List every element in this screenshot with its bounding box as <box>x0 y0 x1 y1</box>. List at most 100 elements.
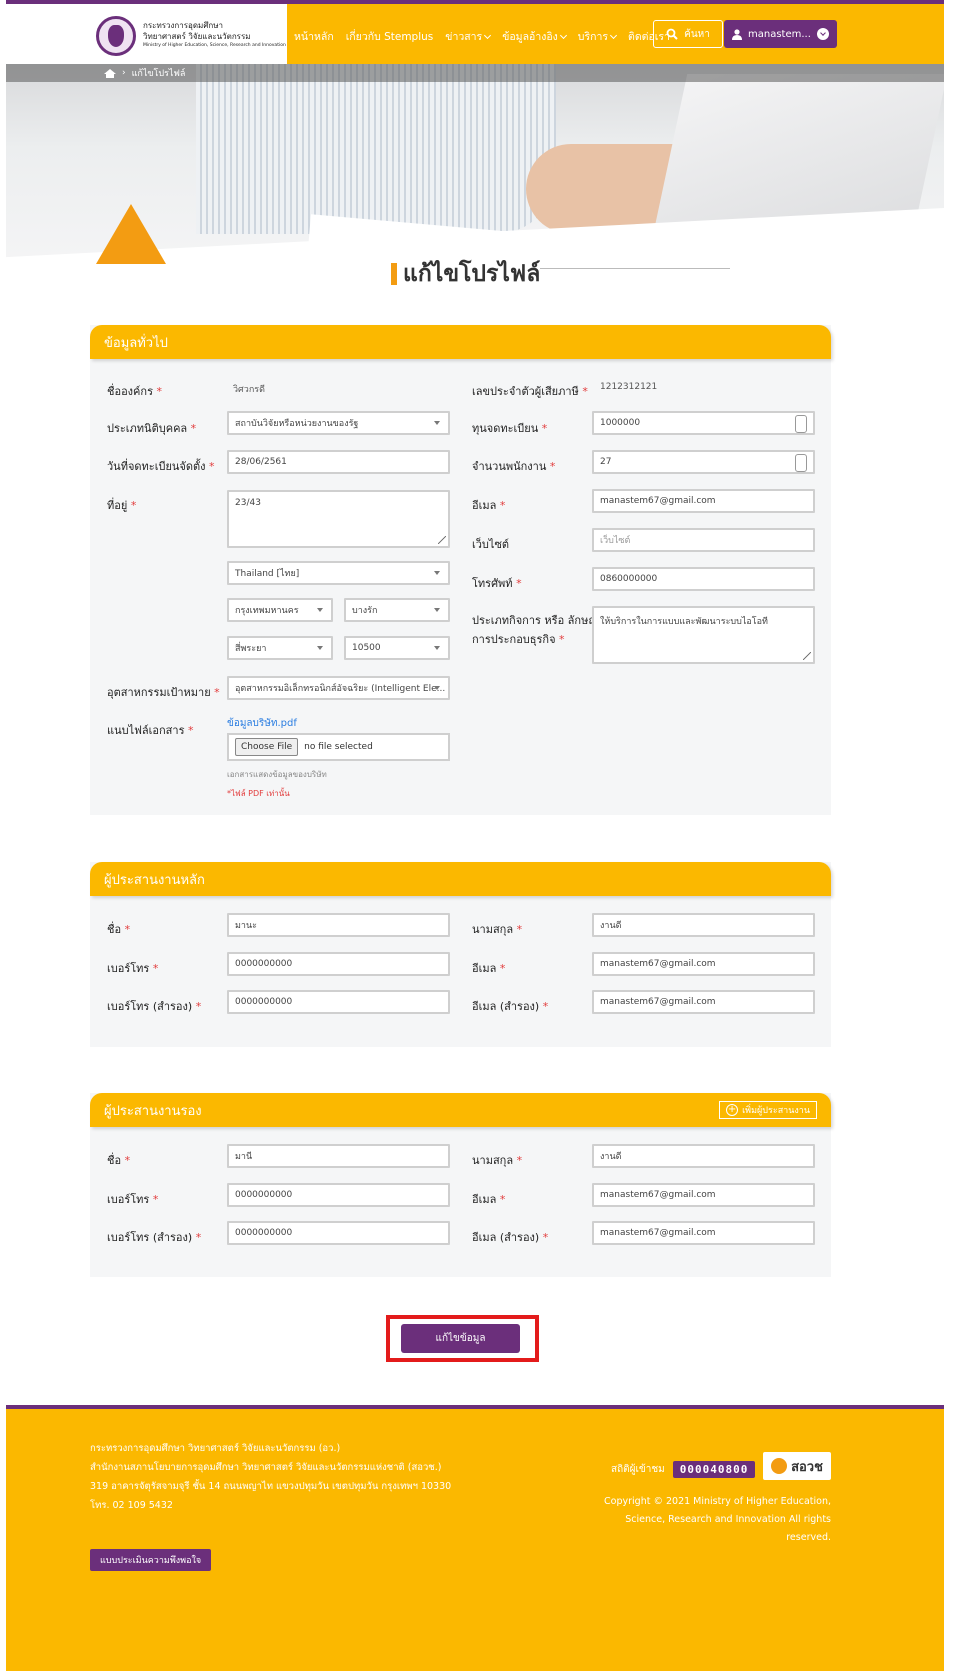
address-textarea[interactable]: 23/43 <box>227 490 450 548</box>
visitor-label: สถิติผู้เข้าชม <box>611 1464 665 1475</box>
industry-select[interactable]: อุตสาหกรรมอิเล็กทรอนิกส์อัจฉริยะ (Intell… <box>227 676 450 700</box>
search-icon <box>666 28 678 40</box>
postcode-select[interactable]: 10500 <box>344 636 450 660</box>
country-select[interactable]: Thailand [ไทย] <box>227 561 450 585</box>
first-name-label: ชื่อ * <box>107 1154 131 1167</box>
reg-date-label: วันที่จดทะเบียนจัดตั้ง * <box>107 460 215 473</box>
backup-email-label: อีเมล (สำรอง) * <box>472 1000 549 1013</box>
file-note: *ไฟล์ PDF เท่านั้น <box>227 789 290 798</box>
employees-input[interactable]: 27 <box>592 450 815 474</box>
phone-input[interactable]: 0860000000 <box>592 567 815 591</box>
satisfaction-survey-button[interactable]: แบบประเมินความพึงพอใจ <box>90 1549 212 1571</box>
plus-icon: + <box>726 1104 739 1116</box>
industry-label: อุตสาหกรรมเป้าหมาย * <box>107 686 220 699</box>
hero-banner <box>6 64 944 274</box>
logo-line-3: Ministry of Higher Education, Science, R… <box>143 43 286 48</box>
website-input[interactable]: เว็บไซต์ <box>592 528 815 552</box>
logo-text: กระทรวงการอุดมศึกษา วิทยาศาสตร์ วิจัยและ… <box>143 20 286 49</box>
last-name-input[interactable]: งานดี <box>592 1144 815 1168</box>
province-select[interactable]: กรุงเทพมหานคร <box>227 598 333 622</box>
secondary-coordinator-panel: ผู้ประสานงานรอง + เพิ่มผู้ประสานงาน ชื่อ… <box>90 1093 831 1277</box>
search-button[interactable]: ค้นหา <box>653 20 723 48</box>
address-label: ที่อยู่ * <box>107 499 137 512</box>
phone-label: โทรศัพท์ * <box>472 577 522 590</box>
title-divider <box>540 268 730 269</box>
footer-address: กระทรวงการอุดมศึกษา วิทยาศาสตร์ วิจัยและ… <box>90 1443 452 1511</box>
title-accent-bar <box>391 263 401 285</box>
backup-email-input[interactable]: manastem67@gmail.com <box>592 1221 815 1245</box>
main-nav: หน้าหลัก เกี่ยวกับ Stemplus ข่าวสาร ข้อม… <box>294 28 670 45</box>
file-label: แนบไฟล์เอกสาร * <box>107 724 194 737</box>
email-label: อีเมล * <box>472 962 506 975</box>
nav-news[interactable]: ข่าวสาร <box>445 28 492 45</box>
add-coordinator-button[interactable]: + เพิ่มผู้ประสานงาน <box>719 1101 817 1119</box>
choose-file-button[interactable]: Choose File <box>235 738 299 756</box>
email-input[interactable]: manastem67@gmail.com <box>592 1183 815 1207</box>
logo[interactable]: กระทรวงการอุดมศึกษา วิทยาศาสตร์ วิจัยและ… <box>6 4 287 64</box>
logo-line-2: วิทยาศาสตร์ วิจัยและนวัตกรรม <box>143 32 251 41</box>
email-input[interactable]: manastem67@gmail.com <box>592 952 815 976</box>
visitor-count: 000040800 <box>672 1461 756 1478</box>
backup-phone-label: เบอร์โทร (สำรอง) * <box>107 1231 202 1244</box>
backup-phone-input[interactable]: 0000000000 <box>227 1221 450 1245</box>
ministry-emblem-icon <box>96 16 136 56</box>
capital-input[interactable]: 1000000 <box>592 411 815 435</box>
breadcrumb: › แก้ไขโปรไฟล์ <box>6 64 944 82</box>
first-name-input[interactable]: มานี <box>227 1144 450 1168</box>
first-name-label: ชื่อ * <box>107 923 131 936</box>
last-name-input[interactable]: งานดี <box>592 913 815 937</box>
logo-line-1: กระทรวงการอุดมศึกษา <box>143 21 223 30</box>
phone-input[interactable]: 0000000000 <box>227 1183 450 1207</box>
district-select[interactable]: บางรัก <box>344 598 450 622</box>
backup-phone-input[interactable]: 0000000000 <box>227 990 450 1014</box>
first-name-input[interactable]: มานะ <box>227 913 450 937</box>
file-status: no file selected <box>304 742 373 752</box>
nav-references[interactable]: ข้อมูลอ้างอิง <box>502 28 567 45</box>
chevron-down-icon <box>816 28 829 40</box>
brand-logo[interactable]: สอวช <box>763 1452 831 1480</box>
home-icon[interactable] <box>104 68 116 78</box>
visitor-counter: สถิติผู้เข้าชม 000040800 <box>611 1461 756 1478</box>
backup-phone-label: เบอร์โทร (สำรอง) * <box>107 1000 202 1013</box>
site-header: กระทรวงการอุดมศึกษา วิทยาศาสตร์ วิจัยและ… <box>6 4 944 64</box>
backup-email-label: อีเมล (สำรอง) * <box>472 1231 549 1244</box>
business-textarea[interactable]: ให้บริการในการแบบและพัฒนาระบบไอโอที <box>592 606 815 664</box>
panel-heading: ข้อมูลทั่วไป <box>90 325 831 359</box>
save-button[interactable]: แก้ไขข้อมูล <box>401 1324 520 1353</box>
nav-services[interactable]: บริการ <box>578 28 618 45</box>
chevron-down-icon <box>559 31 567 39</box>
subdistrict-select[interactable]: สี่พระยา <box>227 636 333 660</box>
email-label: อีเมล * <box>472 499 506 512</box>
brand-mark-icon <box>771 1458 788 1474</box>
tax-id-label: เลขประจำตัวผู้เสียภาษี * <box>472 385 588 398</box>
email-input[interactable]: manastem67@gmail.com <box>592 489 815 513</box>
phone-label: เบอร์โทร * <box>107 962 159 975</box>
site-footer: กระทรวงการอุดมศึกษา วิทยาศาสตร์ วิจัยและ… <box>6 1405 944 1671</box>
copyright: Copyright © 2021 Ministry of Higher Educ… <box>604 1496 831 1543</box>
entity-type-select[interactable]: สถาบันวิจัยหรือหน่วยงานของรัฐ <box>227 411 450 435</box>
user-menu-button[interactable]: manastem... <box>724 20 837 48</box>
last-name-label: นามสกุล * <box>472 923 523 936</box>
search-label: ค้นหา <box>684 28 710 40</box>
panel-heading: ผู้ประสานงานหลัก <box>90 862 831 896</box>
breadcrumb-separator: › <box>122 68 126 78</box>
phone-input[interactable]: 0000000000 <box>227 952 450 976</box>
reg-date-input[interactable]: 28/06/2561 <box>227 450 450 474</box>
org-name-value: วิศวกรดี <box>233 385 265 395</box>
nav-about[interactable]: เกี่ยวกับ Stemplus <box>346 28 434 45</box>
nav-home[interactable]: หน้าหลัก <box>294 28 334 45</box>
page-title: แก้ไขโปรไฟล์ <box>391 256 540 292</box>
page-title-text: แก้ไขโปรไฟล์ <box>403 261 541 287</box>
last-name-label: นามสกุล * <box>472 1154 523 1167</box>
file-input[interactable]: Choose File no file selected <box>227 733 450 761</box>
chevron-down-icon <box>484 31 492 39</box>
org-name-label: ชื่อองค์กร * <box>107 385 162 398</box>
general-info-panel: ข้อมูลทั่วไป ชื่อองค์กร * วิศวกรดี เลขปร… <box>90 325 831 815</box>
tax-id-value: 1212312121 <box>600 382 658 392</box>
panel-heading: ผู้ประสานงานรอง + เพิ่มผู้ประสานงาน <box>90 1093 831 1127</box>
page: กระทรวงการอุดมศึกษา วิทยาศาสตร์ วิจัยและ… <box>0 0 961 1671</box>
business-label: ประเภทกิจการ หรือ ลักษณะ การประกอบธุรกิจ … <box>472 614 605 646</box>
brand-name: สอวช <box>791 1459 823 1475</box>
existing-file-link[interactable]: ข้อมูลบริษัท.pdf <box>227 716 297 731</box>
backup-email-input[interactable]: manastem67@gmail.com <box>592 990 815 1014</box>
